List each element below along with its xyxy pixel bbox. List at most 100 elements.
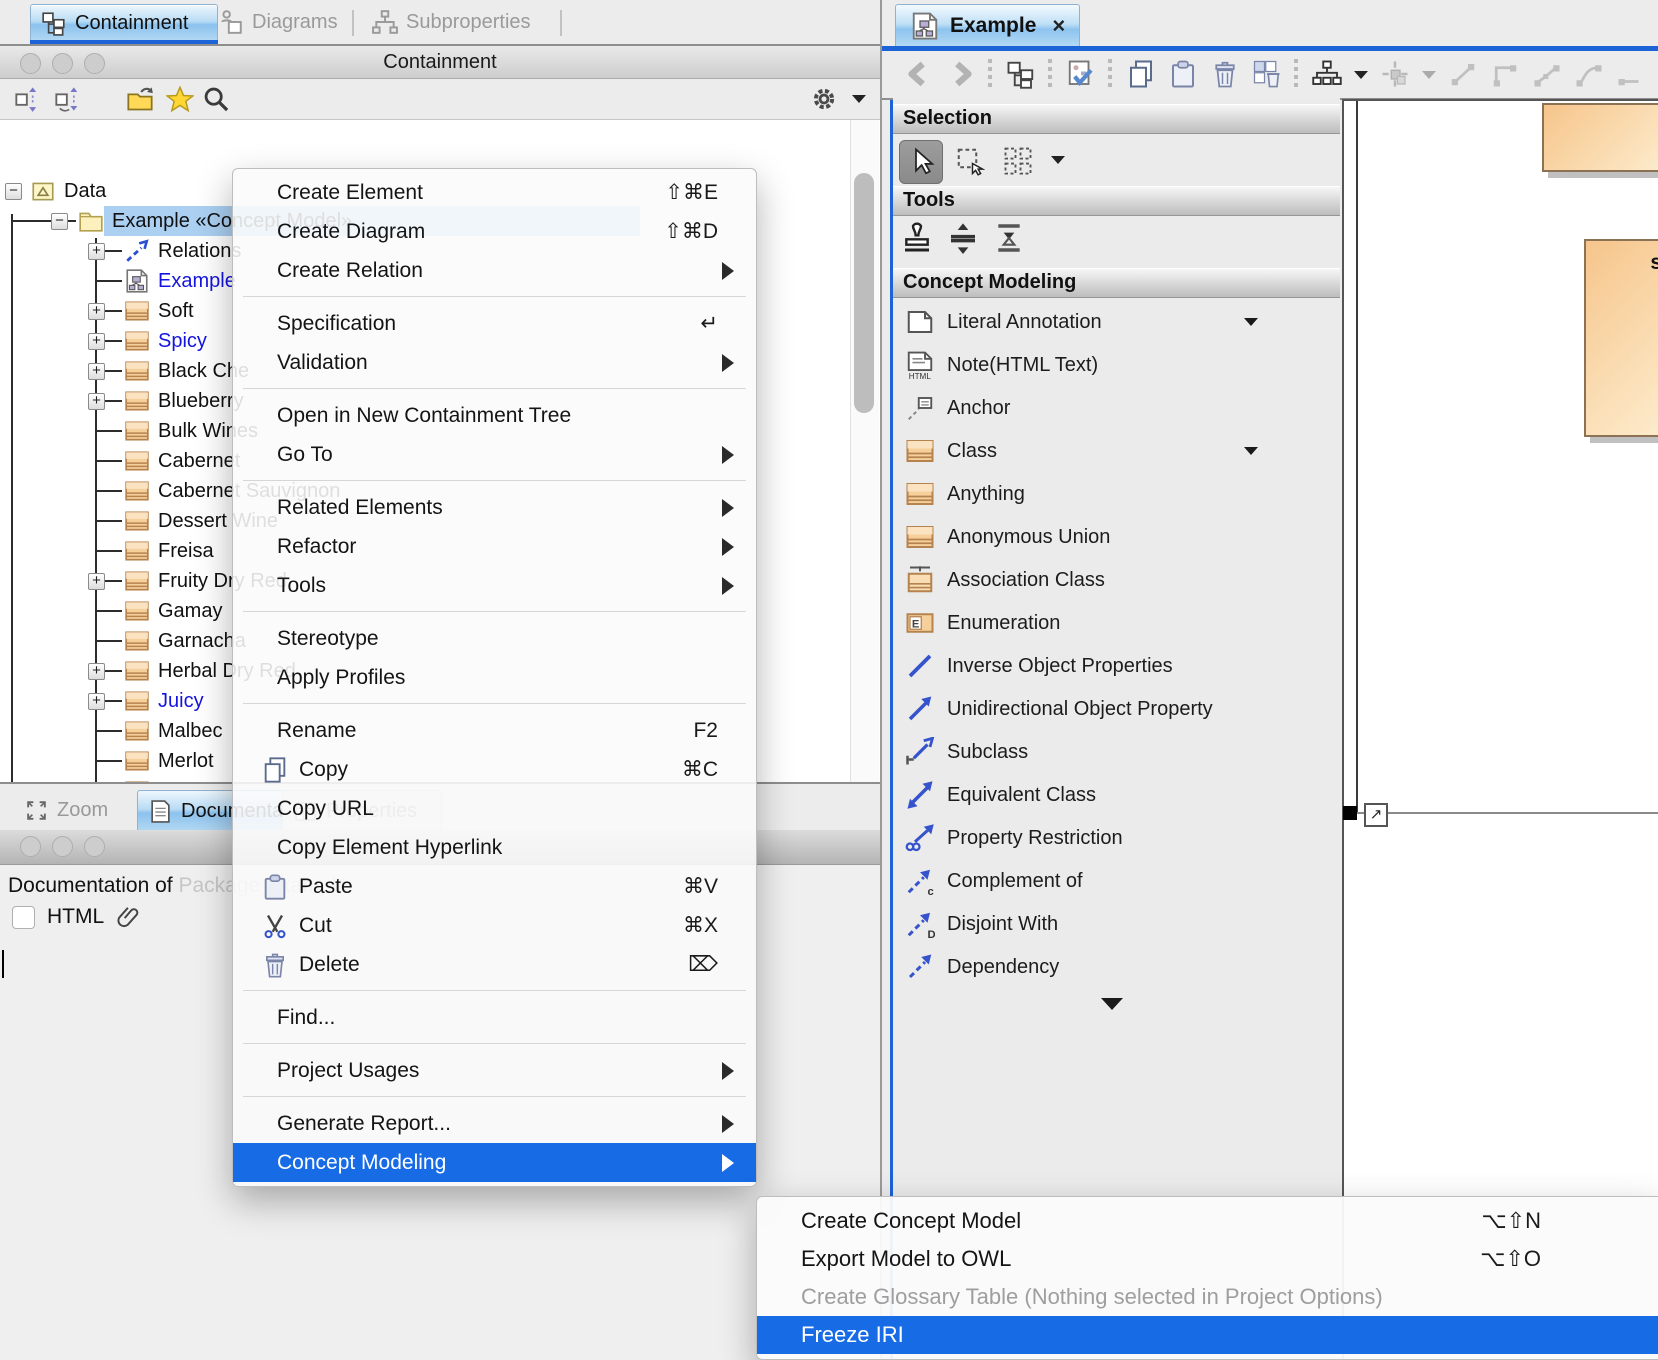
menu-item-create-element[interactable]: Create Element⇧⌘E xyxy=(233,173,756,212)
palette-item-equivalent-class[interactable]: Equivalent Class xyxy=(893,775,1340,815)
tree-expander[interactable]: + xyxy=(88,363,105,380)
menu-item-stereotype[interactable]: Stereotype xyxy=(233,619,756,658)
multi-select-button[interactable] xyxy=(997,140,1039,182)
gear-icon[interactable] xyxy=(810,85,838,113)
menu-item-copy-element-hyperlink[interactable]: Copy Element Hyperlink xyxy=(233,828,756,867)
tree-item-freisa[interactable]: Freisa xyxy=(124,536,214,566)
palette-more-button[interactable] xyxy=(1101,998,1123,1010)
palette-section-selection[interactable]: Selection xyxy=(893,104,1340,134)
palette-item-class[interactable]: Class xyxy=(893,431,1340,471)
scrollbar-thumb[interactable] xyxy=(854,173,874,413)
class-shape[interactable]: s xyxy=(1584,239,1658,437)
tab-subproperties[interactable]: Subproperties xyxy=(362,4,572,40)
line-style-bend-icon[interactable] xyxy=(1490,59,1520,89)
palette-item-anchor[interactable]: Anchor xyxy=(893,388,1340,428)
collapse-selected-icon[interactable] xyxy=(54,85,82,113)
menu-item-create-diagram[interactable]: Create Diagram⇧⌘D xyxy=(233,212,756,251)
collapse-vertical-icon[interactable] xyxy=(993,222,1025,254)
copy-icon[interactable] xyxy=(1126,59,1156,89)
delete-icon[interactable] xyxy=(1210,59,1240,89)
window-button[interactable] xyxy=(20,836,41,857)
menu-item-open-in-new-containment-tree[interactable]: Open in New Containment Tree xyxy=(233,396,756,435)
layout-center-icon[interactable] xyxy=(1380,59,1410,89)
tree-item-cabernet[interactable]: Cabernet xyxy=(124,446,240,476)
palette-section-tools[interactable]: Tools xyxy=(893,186,1340,216)
menu-item-refactor[interactable]: Refactor xyxy=(233,527,756,566)
forward-arrow-icon[interactable] xyxy=(946,59,976,89)
tree-expander[interactable]: + xyxy=(88,243,105,260)
layout-hierarchy-icon[interactable] xyxy=(1312,59,1342,89)
search-icon[interactable] xyxy=(202,85,230,113)
tree-expander[interactable]: + xyxy=(88,693,105,710)
favorites-star-icon[interactable] xyxy=(166,85,194,113)
menu-item-apply-profiles[interactable]: Apply Profiles xyxy=(233,658,756,697)
tree-expander[interactable]: + xyxy=(88,393,105,410)
close-icon[interactable]: × xyxy=(1052,13,1065,39)
menu-item-go-to[interactable]: Go To xyxy=(233,435,756,474)
submenu-item-create-concept-model[interactable]: Create Concept Model⌥⇧N xyxy=(757,1202,1658,1240)
containment-tree-icon[interactable] xyxy=(1006,59,1036,89)
menu-item-copy-url[interactable]: Copy URL xyxy=(233,789,756,828)
collapse-all-icon[interactable] xyxy=(14,85,42,113)
menu-item-tools[interactable]: Tools xyxy=(233,566,756,605)
line-style-oblique-icon[interactable] xyxy=(1532,59,1562,89)
paperclip-icon[interactable] xyxy=(116,904,142,930)
window-button[interactable] xyxy=(84,836,105,857)
tree-item-data[interactable]: Data xyxy=(30,176,106,206)
back-arrow-icon[interactable] xyxy=(904,59,934,89)
menu-item-concept-modeling[interactable]: Concept Modeling xyxy=(233,1143,756,1182)
tab-containment[interactable]: Containment xyxy=(30,4,218,41)
tree-item-example[interactable]: Example xyxy=(124,266,236,296)
menu-item-rename[interactable]: RenameF2 xyxy=(233,711,756,750)
tree-item-juicy[interactable]: Juicy xyxy=(124,686,204,716)
chevron-down-icon[interactable] xyxy=(1422,71,1436,79)
chevron-down-icon[interactable] xyxy=(1244,318,1258,326)
menu-item-validation[interactable]: Validation xyxy=(233,343,756,382)
palette-item-disjoint-with[interactable]: DDisjoint With xyxy=(893,904,1340,944)
submenu-item-freeze-iri[interactable]: Freeze IRI xyxy=(757,1316,1658,1354)
tree-expander[interactable]: − xyxy=(5,183,22,200)
palette-item-complement-of[interactable]: cComplement of xyxy=(893,861,1340,901)
menu-item-copy[interactable]: Copy⌘C xyxy=(233,750,756,789)
palette-item-dependency[interactable]: Dependency xyxy=(893,947,1340,987)
tree-expander[interactable]: − xyxy=(51,213,68,230)
tab-zoom[interactable]: Zoom xyxy=(14,790,146,830)
html-checkbox[interactable] xyxy=(12,906,35,929)
tree-expander[interactable]: + xyxy=(88,573,105,590)
diagram-canvas[interactable]: ↗ s xyxy=(1342,99,1658,1360)
line-style-extra-icon[interactable] xyxy=(1616,59,1646,89)
menu-item-create-relation[interactable]: Create Relation xyxy=(233,251,756,290)
palette-item-inverse-object-properties[interactable]: Inverse Object Properties xyxy=(893,646,1340,686)
menu-item-related-elements[interactable]: Related Elements xyxy=(233,488,756,527)
tree-item-gamay[interactable]: Gamay xyxy=(124,596,222,626)
chevron-down-icon[interactable] xyxy=(1354,71,1368,79)
cursor-tool-button[interactable] xyxy=(899,140,943,184)
tab-example[interactable]: Example × xyxy=(895,4,1080,47)
menu-item-generate-report-[interactable]: Generate Report... xyxy=(233,1104,756,1143)
line-style-curve-icon[interactable] xyxy=(1574,59,1604,89)
menu-item-project-usages[interactable]: Project Usages xyxy=(233,1051,756,1090)
menu-item-cut[interactable]: Cut⌘X xyxy=(233,906,756,945)
expand-vertical-icon[interactable] xyxy=(947,222,979,254)
tree-expander[interactable]: + xyxy=(88,663,105,680)
menu-item-specification[interactable]: Specification↵ xyxy=(233,304,756,343)
palette-item-anonymous-union[interactable]: Anonymous Union xyxy=(893,517,1340,557)
chevron-down-icon[interactable] xyxy=(1051,156,1065,164)
palette-item-enumeration[interactable]: EEnumeration xyxy=(893,603,1340,643)
tree-item-spicy[interactable]: Spicy xyxy=(124,326,207,356)
tree-expander[interactable]: + xyxy=(88,303,105,320)
chevron-down-icon[interactable] xyxy=(852,95,866,103)
submenu-item-export-model-to-owl[interactable]: Export Model to OWL⌥⇧O xyxy=(757,1240,1658,1278)
validate-diagram-icon[interactable] xyxy=(1066,59,1096,89)
menu-item-delete[interactable]: Delete⌦ xyxy=(233,945,756,984)
tree-item-black-che[interactable]: Black Che xyxy=(124,356,249,386)
tree-item-garnacha[interactable]: Garnacha xyxy=(124,626,246,656)
tree-item-merlot[interactable]: Merlot xyxy=(124,746,214,776)
delete-from-diagram-icon[interactable] xyxy=(1252,59,1282,89)
line-style-rectilinear-icon[interactable] xyxy=(1448,59,1478,89)
palette-item-association-class[interactable]: Association Class xyxy=(893,560,1340,600)
stamp-tool-icon[interactable] xyxy=(901,222,933,254)
menu-item-paste[interactable]: Paste⌘V xyxy=(233,867,756,906)
paste-icon[interactable] xyxy=(1168,59,1198,89)
palette-item-property-restriction[interactable]: Property Restriction xyxy=(893,818,1340,858)
